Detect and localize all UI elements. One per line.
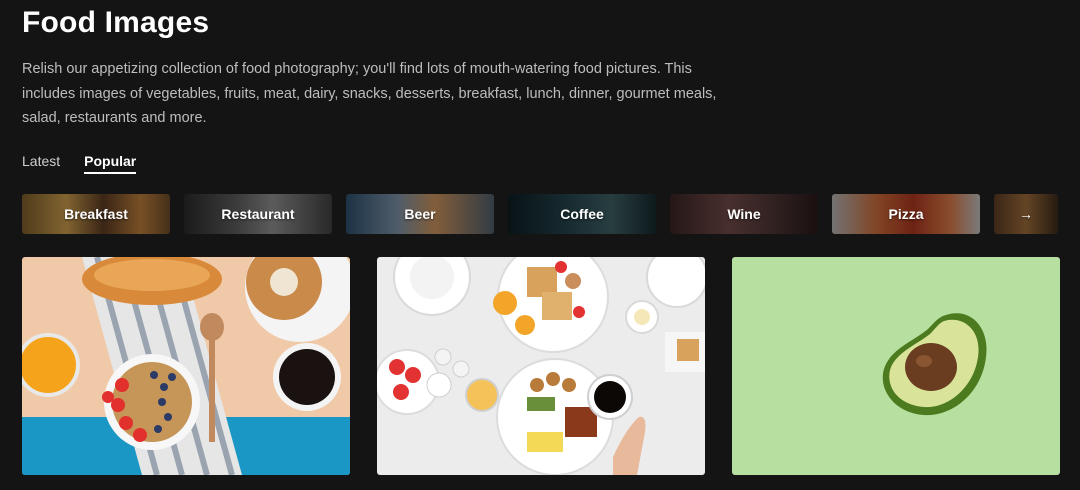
category-breakfast[interactable]: Breakfast (22, 194, 170, 234)
category-coffee[interactable]: Coffee (508, 194, 656, 234)
photo-grid (22, 257, 1060, 475)
category-wine[interactable]: Wine (670, 194, 818, 234)
category-label: Wine (727, 206, 761, 222)
tab-popular[interactable]: Popular (84, 153, 137, 174)
category-label: Breakfast (64, 206, 128, 222)
brunch-illustration (377, 257, 705, 475)
page-description: Relish our appetizing collection of food… (22, 61, 717, 126)
page-title: Food Images (22, 6, 210, 39)
photo-avocado[interactable] (732, 257, 1060, 475)
tab-bar: Latest Popular (22, 153, 137, 174)
breakfast-illustration (22, 257, 350, 475)
category-label: Coffee (560, 206, 604, 222)
category-next-button[interactable]: → (994, 194, 1058, 234)
photo-brunch[interactable] (377, 257, 705, 475)
category-strip: Breakfast Restaurant Beer Coffee Wine Pi… (22, 194, 1058, 234)
arrow-right-icon: → (1019, 206, 1033, 222)
avocado-illustration (732, 257, 1060, 475)
photo-breakfast[interactable] (22, 257, 350, 475)
category-label: Restaurant (221, 206, 295, 222)
category-label: Pizza (888, 206, 924, 222)
category-label: Beer (404, 206, 436, 222)
category-beer[interactable]: Beer (346, 194, 494, 234)
tab-latest[interactable]: Latest (22, 153, 60, 174)
category-pizza[interactable]: Pizza (832, 194, 980, 234)
category-restaurant[interactable]: Restaurant (184, 194, 332, 234)
